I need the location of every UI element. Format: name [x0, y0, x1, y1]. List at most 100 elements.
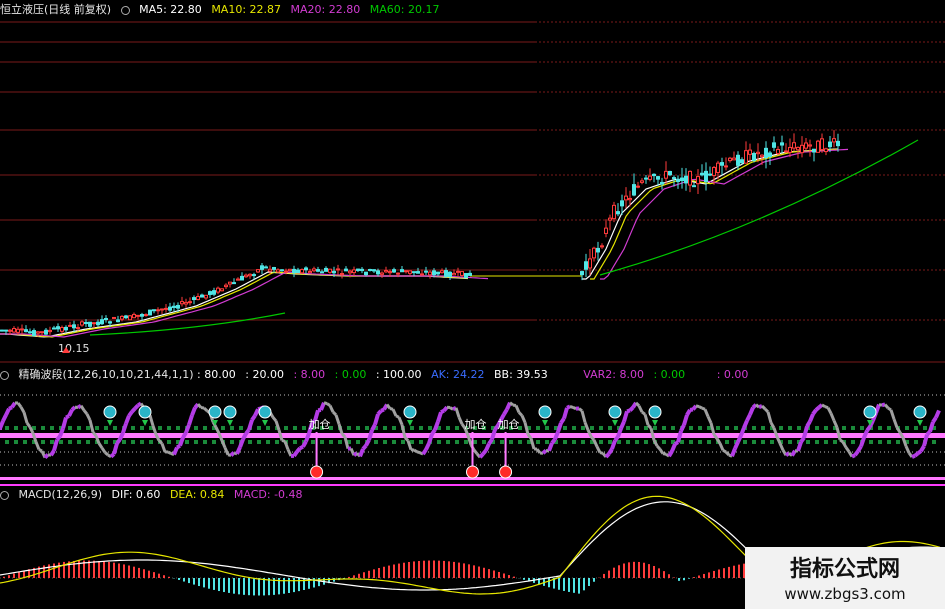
candle-body	[720, 162, 724, 166]
wave-segment	[566, 404, 571, 410]
wave-segment	[65, 414, 70, 420]
wave-marker	[50, 440, 54, 444]
price-grid	[0, 21, 945, 321]
wave-marker	[122, 440, 126, 444]
buy-signal-icon	[310, 465, 324, 479]
sell-signal-icon	[208, 405, 222, 419]
wave-segment	[1, 414, 8, 422]
candle-body	[724, 165, 728, 168]
candle-body	[368, 268, 372, 271]
candle-body	[300, 269, 304, 274]
down-arrow-icon	[612, 420, 618, 426]
wave-segment	[646, 423, 653, 430]
candle-body	[284, 270, 288, 273]
down-arrow-icon	[142, 420, 148, 426]
wave-segment	[607, 447, 614, 455]
wave-segment	[202, 406, 209, 412]
wave-segment	[928, 421, 935, 433]
candle-body	[768, 152, 772, 158]
wave-segment	[724, 451, 731, 457]
wave-segment	[238, 438, 245, 448]
candle-body	[432, 270, 436, 276]
candle-body	[60, 327, 64, 332]
down-arrow-icon	[542, 420, 548, 426]
candle-body	[744, 150, 748, 164]
wave-marker	[896, 440, 900, 444]
wave-segment	[509, 401, 514, 407]
wave-marker	[851, 440, 855, 444]
wave-segment	[277, 429, 284, 441]
wave-marker	[68, 426, 72, 430]
candle-body	[72, 324, 76, 329]
wave-segment	[118, 431, 125, 441]
wave-segment	[326, 402, 331, 407]
candle-body	[104, 318, 108, 321]
candle-body	[328, 268, 332, 273]
wave-segment	[853, 450, 860, 457]
wave-marker	[734, 426, 738, 430]
candle-body	[228, 281, 232, 285]
wave-segment	[167, 450, 172, 455]
candle-body	[24, 329, 28, 333]
wave-marker	[779, 426, 783, 430]
wave-segment	[844, 446, 851, 453]
candle-body	[232, 282, 236, 285]
wave-segment	[604, 452, 611, 459]
wave-marker	[761, 426, 765, 430]
sell-signal-icon	[403, 405, 417, 419]
candle-body	[288, 268, 292, 272]
wave-segment	[859, 437, 866, 448]
candle-body	[832, 138, 836, 143]
wave-segment	[385, 403, 392, 410]
candle-body	[320, 271, 324, 274]
wave-segment	[550, 438, 557, 445]
wave-marker	[860, 426, 864, 430]
wave-segment	[22, 411, 29, 424]
wave-marker	[743, 440, 747, 444]
candle-body	[180, 301, 184, 305]
wave-marker	[230, 440, 234, 444]
wave-segment	[851, 453, 856, 459]
chart-canvas[interactable]: 10.15 加仓 加仓 加仓	[0, 0, 945, 609]
wave-marker	[617, 440, 621, 444]
candle-body	[132, 313, 136, 319]
wave-marker	[482, 440, 486, 444]
wave-segment	[304, 432, 311, 443]
wave-marker	[689, 426, 693, 430]
wave-marker	[689, 440, 693, 444]
wave-segment	[244, 428, 251, 435]
wave-segment	[583, 421, 590, 431]
wave-marker	[266, 426, 270, 430]
wave-segment	[43, 453, 50, 460]
wave-segment	[380, 407, 385, 413]
candle-body	[788, 146, 792, 153]
wave-marker	[275, 440, 279, 444]
wave-segment	[599, 451, 604, 455]
wave-segment	[79, 404, 86, 412]
candle-body	[336, 268, 340, 271]
candle-body	[128, 315, 132, 321]
wave-marker	[149, 440, 153, 444]
wave-segment	[127, 410, 134, 417]
candle-body	[260, 265, 264, 270]
wave-marker	[185, 440, 189, 444]
wave-segment	[373, 413, 380, 426]
wave-segment	[619, 420, 626, 430]
candle-body	[20, 328, 24, 331]
wave-marker	[644, 440, 648, 444]
add-position-label: 加仓	[465, 417, 487, 431]
wave-segment	[271, 416, 278, 422]
wave-segment	[691, 404, 698, 411]
wave-marker	[698, 426, 702, 430]
wave-segment	[487, 438, 494, 445]
wave-marker	[932, 440, 936, 444]
wave-marker	[194, 440, 198, 444]
wave-segment	[592, 439, 599, 448]
wave-segment	[517, 411, 524, 417]
wave-marker	[752, 426, 756, 430]
wave-segment	[907, 451, 914, 458]
candle-body	[648, 175, 652, 180]
wave-segment	[49, 449, 56, 457]
down-arrow-icon	[407, 420, 413, 426]
candle-body	[256, 269, 260, 273]
